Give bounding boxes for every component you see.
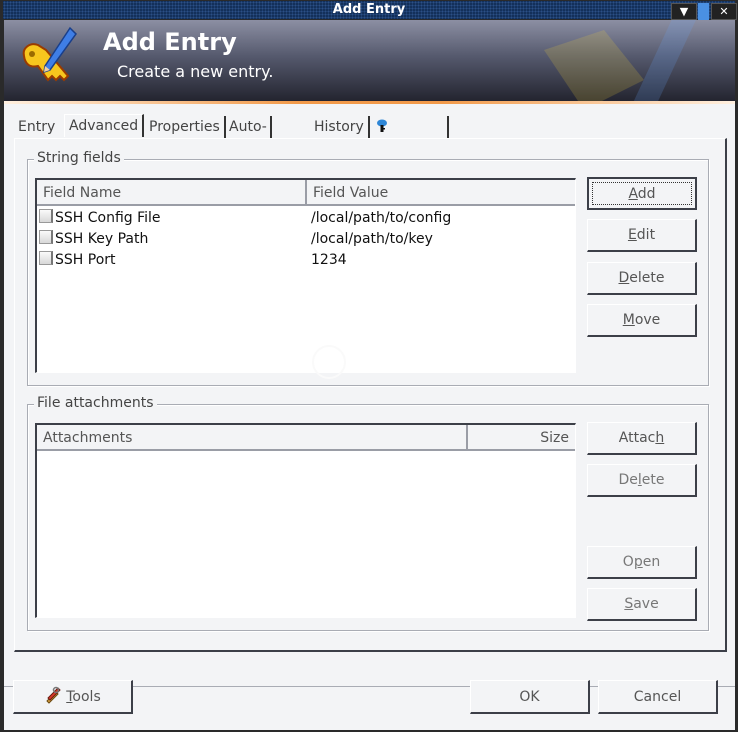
delete-attachment-button[interactable]: Delete	[587, 464, 697, 497]
banner-watermark-icon	[544, 20, 697, 101]
string-fields-list[interactable]: Field Name Field Value SSH Config File /…	[35, 178, 576, 379]
ok-button[interactable]: OK	[470, 680, 590, 714]
string-field-icon	[39, 209, 53, 223]
tab-entry[interactable]: Entry	[14, 116, 59, 138]
ok-label: OK	[519, 689, 540, 705]
field-value: /local/path/to/config	[311, 210, 452, 226]
table-row[interactable]: SSH Port 1234	[37, 250, 575, 271]
tools-button[interactable]: Tools	[13, 680, 133, 714]
column-header-size[interactable]: Size	[466, 425, 575, 449]
tab-label: Entry	[18, 119, 56, 135]
keepass-watermark-icon	[312, 345, 346, 379]
column-header-field-value[interactable]: Field Value	[305, 180, 575, 204]
field-name: SSH Key Path	[55, 231, 149, 247]
attachments-header: Attachments Size	[37, 425, 575, 451]
column-header-attachments[interactable]: Attachments	[37, 425, 466, 449]
field-value: 1234	[311, 252, 347, 268]
key-pencil-icon	[22, 26, 77, 82]
attachments-list[interactable]: Attachments Size	[35, 423, 576, 618]
field-name: SSH Port	[55, 252, 116, 268]
tab-label: History	[314, 119, 364, 135]
string-field-icon	[39, 230, 53, 244]
field-value: /local/path/to/key	[311, 231, 433, 247]
maximize-button[interactable]	[698, 3, 709, 20]
cancel-button[interactable]: Cancel	[598, 680, 718, 714]
banner-subtitle: Create a new entry.	[117, 62, 274, 81]
window-title: Add Entry	[332, 2, 406, 17]
column-header-field-name[interactable]: Field Name	[37, 180, 305, 204]
table-row[interactable]: SSH Config File /local/path/to/config	[37, 208, 575, 229]
string-field-icon	[39, 251, 53, 265]
banner: Add Entry Create a new entry.	[4, 20, 735, 101]
tab-label: Advanced	[69, 118, 139, 134]
table-row[interactable]: SSH Key Path /local/path/to/key	[37, 229, 575, 250]
delete-field-button[interactable]: Delete	[587, 262, 697, 295]
tab-label: Properties	[149, 119, 220, 135]
close-button[interactable]: ✕	[711, 3, 737, 20]
file-attachments-label: File attachments	[34, 395, 157, 411]
focus-ring	[592, 182, 692, 205]
tools-icon	[46, 686, 61, 704]
add-entry-window: Add Entry ▼ ✕ Add Entry Create a new ent…	[0, 0, 738, 732]
add-field-button[interactable]: Add	[587, 177, 697, 210]
tab-history[interactable]: History	[310, 116, 370, 138]
tab-advanced[interactable]: Advanced	[64, 114, 145, 137]
string-fields-label: String fields	[34, 150, 124, 166]
banner-title: Add Entry	[103, 28, 237, 56]
save-attachment-button[interactable]: Save	[587, 588, 697, 621]
move-field-button[interactable]: Move	[587, 304, 697, 337]
tab-properties[interactable]: Properties	[145, 116, 226, 138]
title-bar[interactable]: Add Entry ▼ ✕	[3, 1, 737, 20]
tab-keeagent[interactable]: KeeAgent	[372, 116, 450, 157]
tab-auto-type[interactable]: Auto-Type	[225, 116, 272, 157]
keeagent-icon	[377, 119, 387, 132]
field-name: SSH Config File	[55, 210, 161, 226]
edit-field-button[interactable]: Edit	[587, 219, 697, 252]
attach-button[interactable]: Attach	[587, 422, 697, 455]
shade-icon: ▼	[679, 5, 689, 18]
string-fields-header: Field Name Field Value	[37, 180, 575, 206]
close-icon: ✕	[719, 5, 729, 18]
open-attachment-button[interactable]: Open	[587, 546, 697, 579]
shade-button[interactable]: ▼	[671, 3, 697, 20]
cancel-label: Cancel	[633, 689, 682, 705]
